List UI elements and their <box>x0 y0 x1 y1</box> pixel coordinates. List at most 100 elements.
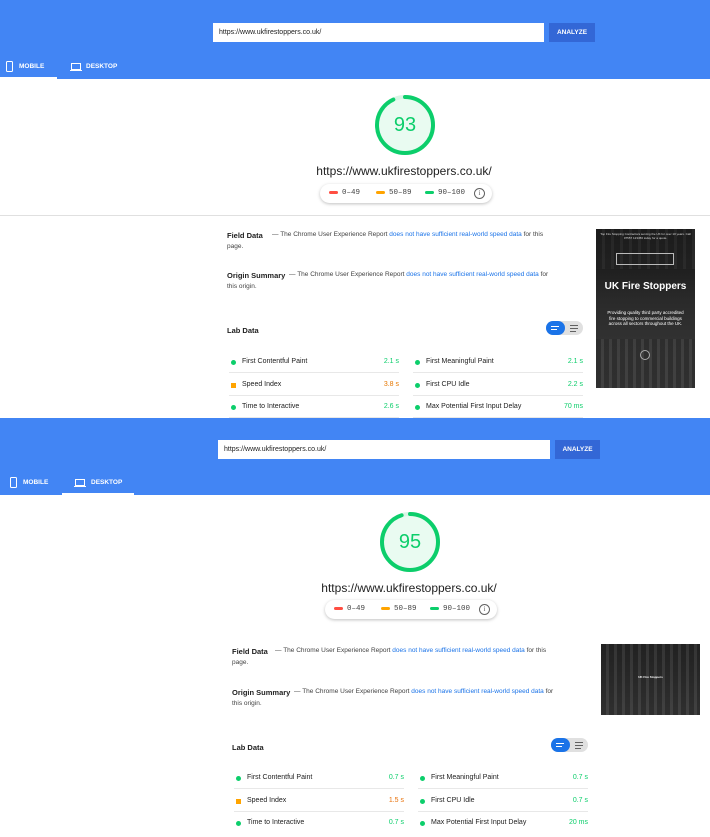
metric-name: Time to Interactive <box>247 819 305 826</box>
metric-value: 0.7 s <box>388 819 404 826</box>
score-legend: 0–49 50–89 90–100 i <box>320 184 492 203</box>
status-dot <box>236 776 241 781</box>
top-bar: https://www.ukfirestoppers.co.uk/ ANALYZ… <box>0 0 710 79</box>
tab-mobile-label: MOBILE <box>23 479 49 486</box>
view-toggle[interactable] <box>551 738 588 752</box>
field-data-text: — The Chrome User Experience Report does… <box>227 229 557 253</box>
metric-value: 20 ms <box>568 819 588 826</box>
thumb-body: Providing quality third party accredited… <box>607 310 684 326</box>
metric-value: 70 ms <box>563 403 583 410</box>
top-bar: https://www.ukfirestoppers.co.uk/ ANALYZ… <box>0 418 710 495</box>
thumb-banner: Top Fire Stopping Contractors serving th… <box>600 232 691 240</box>
score-value: 93 <box>393 114 417 136</box>
field-data-prefix: — The Chrome User Experience Report <box>272 231 390 238</box>
legend-average-marker <box>376 190 385 194</box>
origin-summary-text: — The Chrome User Experience Report does… <box>227 269 557 293</box>
legend-fail-label: 0–49 <box>342 189 361 197</box>
list-view-button[interactable] <box>570 738 588 752</box>
tab-desktop[interactable]: DESKTOP <box>62 472 134 495</box>
metric-speed-index: Speed Index 3.8 s <box>229 374 399 396</box>
status-dot <box>415 405 420 410</box>
origin-summary-link[interactable]: does not have sufficient real-world spee… <box>406 271 539 278</box>
legend-pass-label: 90–100 <box>438 189 466 197</box>
metric-first-cpu-idle: First CPU Idle 2.2 s <box>413 374 583 396</box>
origin-summary-text: — The Chrome User Experience Report does… <box>232 686 562 710</box>
metric-name: First Contentful Paint <box>242 358 308 365</box>
metric-first-contentful-paint: First Contentful Paint 2.1 s <box>229 351 399 373</box>
status-dot <box>231 405 236 410</box>
thumb-beams <box>596 339 695 388</box>
metric-value: 3.8 s <box>383 381 399 388</box>
compact-view-button[interactable] <box>546 321 565 335</box>
view-toggle[interactable] <box>546 321 583 335</box>
analyze-button[interactable]: ANALYZE <box>549 23 595 42</box>
metric-value: 2.6 s <box>383 403 399 410</box>
thumb-heading: UK Fire Stoppers <box>638 675 663 679</box>
metric-value: 0.7 s <box>572 774 588 781</box>
status-dot <box>415 360 420 365</box>
url-input[interactable]: https://www.ukfirestoppers.co.uk/ <box>213 23 544 42</box>
info-icon[interactable]: i <box>474 188 485 199</box>
legend-pass-marker <box>425 190 434 194</box>
metric-first-meaningful-paint: First Meaningful Paint 2.1 s <box>413 351 583 373</box>
legend-fail-label: 0–49 <box>347 605 366 613</box>
metric-value: 0.7 s <box>388 774 404 781</box>
phone-icon <box>6 61 13 72</box>
legend-average: 50–89 <box>376 184 412 203</box>
info-icon[interactable]: i <box>479 604 490 615</box>
legend-average-label: 50–89 <box>394 605 417 613</box>
score-legend: 0–49 50–89 90–100 i <box>325 600 497 619</box>
field-data-prefix: — The Chrome User Experience Report <box>275 647 393 654</box>
metric-name: Speed Index <box>242 381 282 388</box>
compact-view-button[interactable] <box>551 738 570 752</box>
origin-summary-prefix: — The Chrome User Experience Report <box>294 688 412 695</box>
metric-name: Max Potential First Input Delay <box>431 819 527 826</box>
legend-fail: 0–49 <box>334 600 365 619</box>
metric-time-to-interactive: Time to Interactive 0.7 s <box>234 812 404 834</box>
metric-value: 1.5 s <box>388 797 404 804</box>
status-dot <box>420 821 425 826</box>
origin-summary-link[interactable]: does not have sufficient real-world spee… <box>411 688 544 695</box>
analyze-button[interactable]: ANALYZE <box>555 440 600 459</box>
tab-mobile-label: MOBILE <box>19 63 45 70</box>
origin-summary-prefix: — The Chrome User Experience Report <box>289 271 407 278</box>
status-dot <box>420 799 425 804</box>
list-view-button[interactable] <box>565 321 583 335</box>
laptop-icon <box>70 63 82 71</box>
metric-name: Speed Index <box>247 797 287 804</box>
field-data-link[interactable]: does not have sufficient real-world spee… <box>389 231 522 238</box>
metric-name: First Contentful Paint <box>247 774 313 781</box>
thumb-heading: UK Fire Stoppers <box>604 281 687 292</box>
legend-average-marker <box>381 606 390 610</box>
status-dot <box>415 383 420 388</box>
score-gauge: 95 <box>379 511 441 573</box>
tab-desktop[interactable]: DESKTOP <box>70 56 130 78</box>
metric-name: First Meaningful Paint <box>426 358 494 365</box>
field-data-link[interactable]: does not have sufficient real-world spee… <box>392 647 525 654</box>
metric-name: First CPU Idle <box>426 381 470 388</box>
score-value: 95 <box>398 531 422 553</box>
metric-first-cpu-idle: First CPU Idle 0.7 s <box>418 790 588 812</box>
metric-name: Time to Interactive <box>242 403 300 410</box>
legend-fail: 0–49 <box>329 184 360 203</box>
phone-icon <box>10 477 17 488</box>
tab-desktop-label: DESKTOP <box>91 479 123 486</box>
metric-value: 0.7 s <box>572 797 588 804</box>
url-input[interactable]: https://www.ukfirestoppers.co.uk/ <box>218 440 550 459</box>
thumb-logo-box <box>616 253 674 265</box>
status-dot <box>236 821 241 826</box>
active-tab-indicator <box>62 493 134 495</box>
metric-value: 2.2 s <box>567 381 583 388</box>
scroll-down-icon <box>640 350 650 360</box>
tab-mobile[interactable]: MOBILE <box>0 56 57 79</box>
legend-average: 50–89 <box>381 600 417 619</box>
desktop-report-panel: https://www.ukfirestoppers.co.uk/ ANALYZ… <box>0 418 710 837</box>
thumb-beams <box>601 644 700 715</box>
legend-pass: 90–100 <box>425 184 465 203</box>
tab-mobile[interactable]: MOBILE <box>0 472 57 494</box>
metric-name: First Meaningful Paint <box>431 774 499 781</box>
legend-pass-marker <box>430 606 439 610</box>
status-dot <box>420 776 425 781</box>
metric-time-to-interactive: Time to Interactive 2.6 s <box>229 396 399 418</box>
mobile-report-panel: https://www.ukfirestoppers.co.uk/ ANALYZ… <box>0 0 710 418</box>
